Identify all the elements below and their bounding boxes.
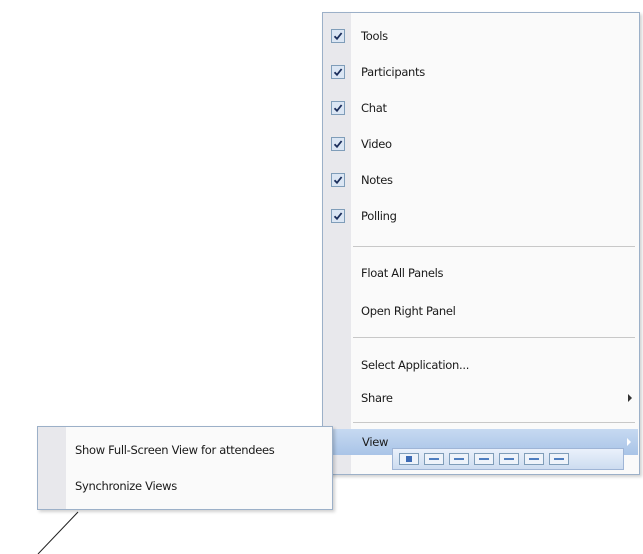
callout-line xyxy=(37,511,79,554)
